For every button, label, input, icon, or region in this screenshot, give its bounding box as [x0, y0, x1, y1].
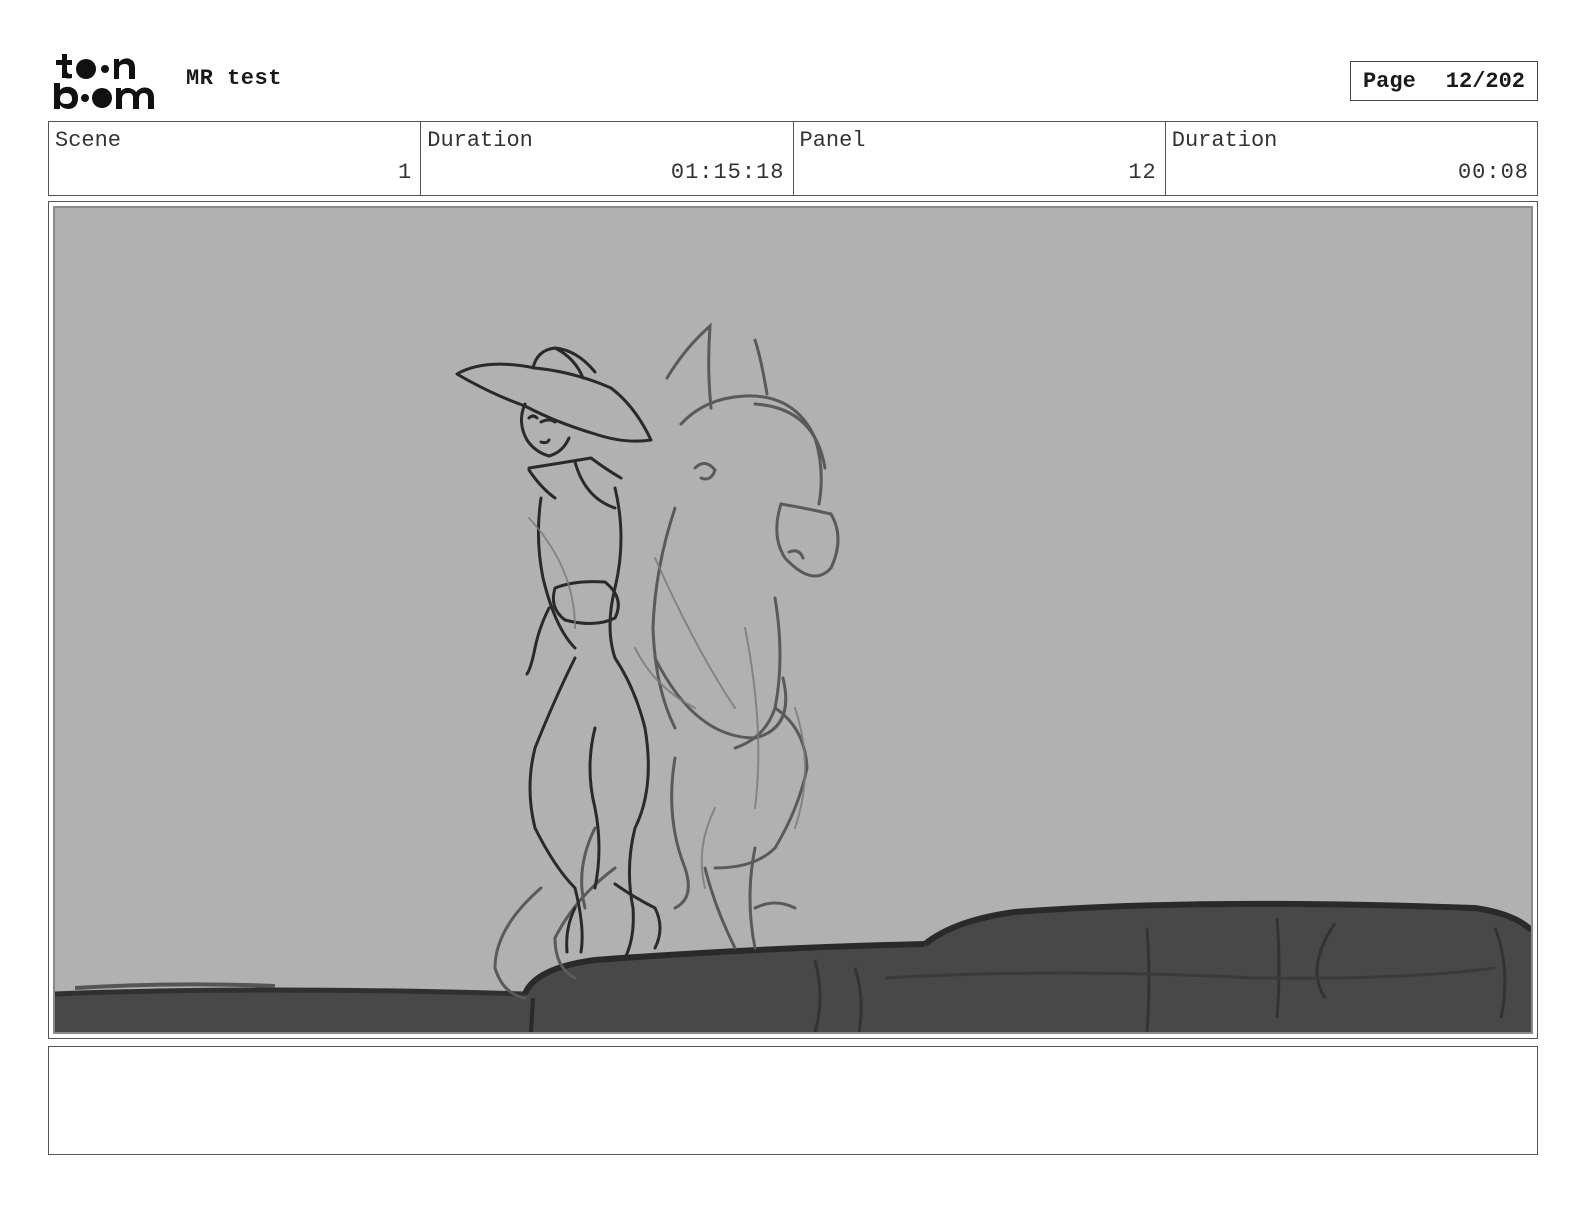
project-title: MR test — [186, 66, 282, 91]
toon-boom-logo-mark — [54, 54, 154, 109]
panel-value: 12 — [1128, 160, 1157, 185]
page-label: Page — [1362, 68, 1416, 94]
storyboard-panel-frame — [48, 201, 1538, 1039]
panel-duration-label: Duration — [1171, 128, 1278, 153]
panel-info-table: Scene 1 Duration 01:15:18 Panel 12 Durat… — [48, 121, 1538, 196]
panel-duration-cell: Duration 00:08 — [1166, 122, 1537, 195]
scene-value: 1 — [398, 160, 413, 185]
page-indicator: Page 12/202 — [1350, 61, 1538, 101]
page-number: 12/202 — [1445, 68, 1526, 94]
scene-duration-value: 01:15:18 — [670, 160, 785, 185]
panel-notes-area[interactable] — [48, 1046, 1538, 1155]
scene-duration-label: Duration — [427, 128, 533, 153]
panel-label: Panel — [799, 128, 866, 153]
toon-boom-logo — [52, 50, 164, 112]
horse-sketch — [493, 322, 840, 1000]
scene-cell: Scene 1 — [49, 122, 422, 195]
panel-duration-value: 00:08 — [1457, 160, 1529, 185]
scene-label: Scene — [55, 128, 122, 153]
scene-duration-cell: Duration 01:15:18 — [421, 122, 794, 195]
panel-cell: Panel 12 — [794, 122, 1166, 195]
sketch-drawing — [55, 322, 1531, 1032]
storyboard-panel-image — [53, 206, 1533, 1034]
rider-sketch — [455, 346, 662, 960]
rock-ledge — [55, 903, 1531, 1032]
